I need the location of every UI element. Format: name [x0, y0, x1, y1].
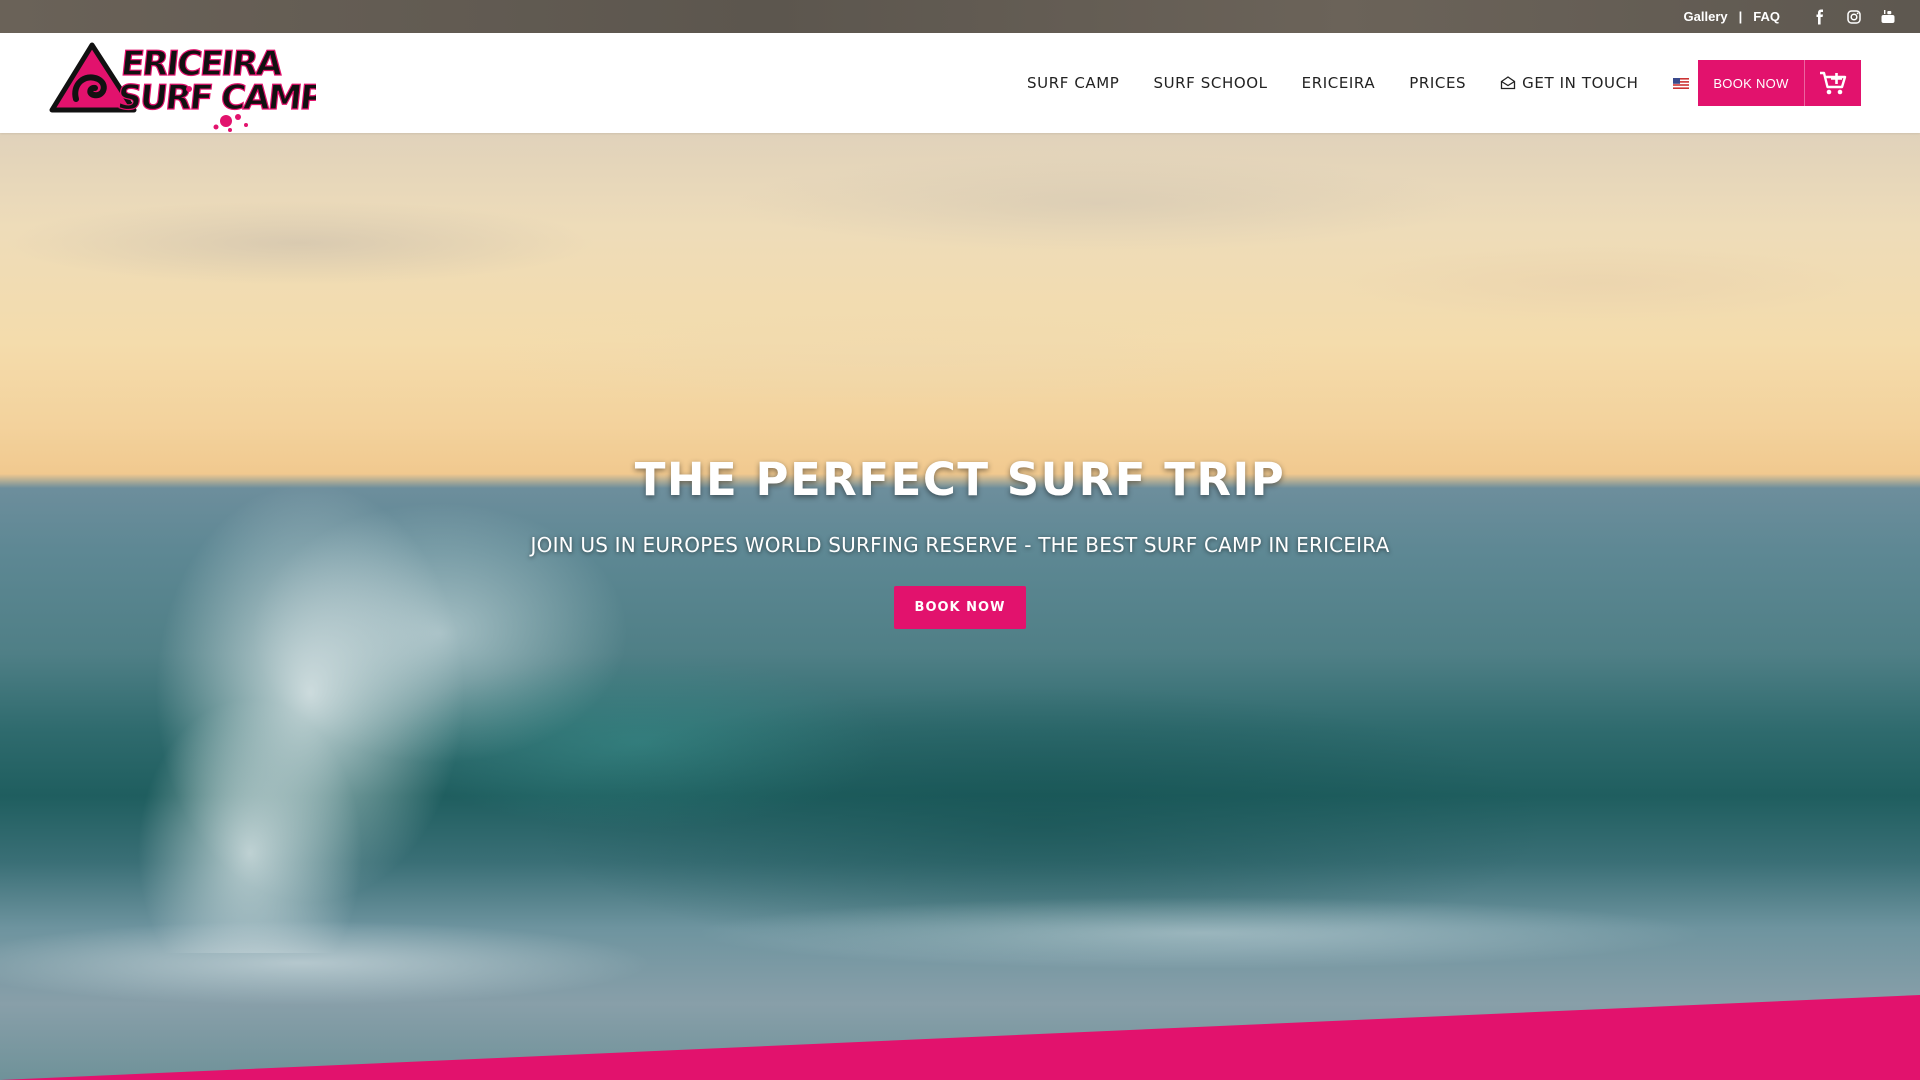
hero-section: THE PERFECT SURF TRIP JOIN US IN EUROPES… [0, 133, 1920, 1080]
nav-surf-school[interactable]: SURF SCHOOL [1153, 74, 1267, 92]
us-flag-icon[interactable] [1672, 77, 1689, 89]
facebook-icon[interactable] [1812, 9, 1828, 25]
gallery-link[interactable]: Gallery [1684, 9, 1728, 24]
sky-background [0, 133, 1920, 483]
nav-ericeira[interactable]: ERICEIRA [1302, 74, 1376, 92]
site-header: ERICEIRA SURF CAMP SURF CAMP SURF SCHOOL… [0, 33, 1920, 133]
envelope-icon [1500, 76, 1516, 90]
nav-surf-camp[interactable]: SURF CAMP [1027, 74, 1119, 92]
site-logo[interactable]: ERICEIRA SURF CAMP [46, 37, 316, 133]
top-links: Gallery | FAQ [1684, 0, 1780, 33]
social-links [1812, 0, 1896, 33]
hero-subtitle: JOIN US IN EUROPES WORLD SURFING RESERVE… [530, 533, 1390, 557]
header-book-now-button[interactable]: BOOK NOW [1698, 60, 1861, 106]
nav-get-in-touch[interactable]: GET IN TOUCH [1500, 74, 1638, 92]
nav-prices[interactable]: PRICES [1409, 74, 1466, 92]
youtube-icon[interactable] [1880, 9, 1896, 25]
faq-link[interactable]: FAQ [1753, 9, 1780, 24]
hero-book-now-button[interactable]: BOOK NOW [894, 586, 1026, 629]
whitewater [0, 853, 1920, 1080]
nav-get-in-touch-label: GET IN TOUCH [1522, 74, 1639, 92]
top-bar: Gallery | FAQ [0, 0, 1920, 33]
cart-add-icon[interactable] [1805, 60, 1861, 106]
top-links-separator: | [1738, 9, 1743, 24]
hero-title: THE PERFECT SURF TRIP [634, 453, 1286, 506]
header-book-now-label: BOOK NOW [1698, 60, 1805, 106]
instagram-icon[interactable] [1846, 9, 1862, 25]
main-nav: SURF CAMP SURF SCHOOL ERICEIRA PRICES GE… [1027, 33, 1689, 133]
svg-text:SURF CAMP: SURF CAMP [115, 78, 316, 118]
